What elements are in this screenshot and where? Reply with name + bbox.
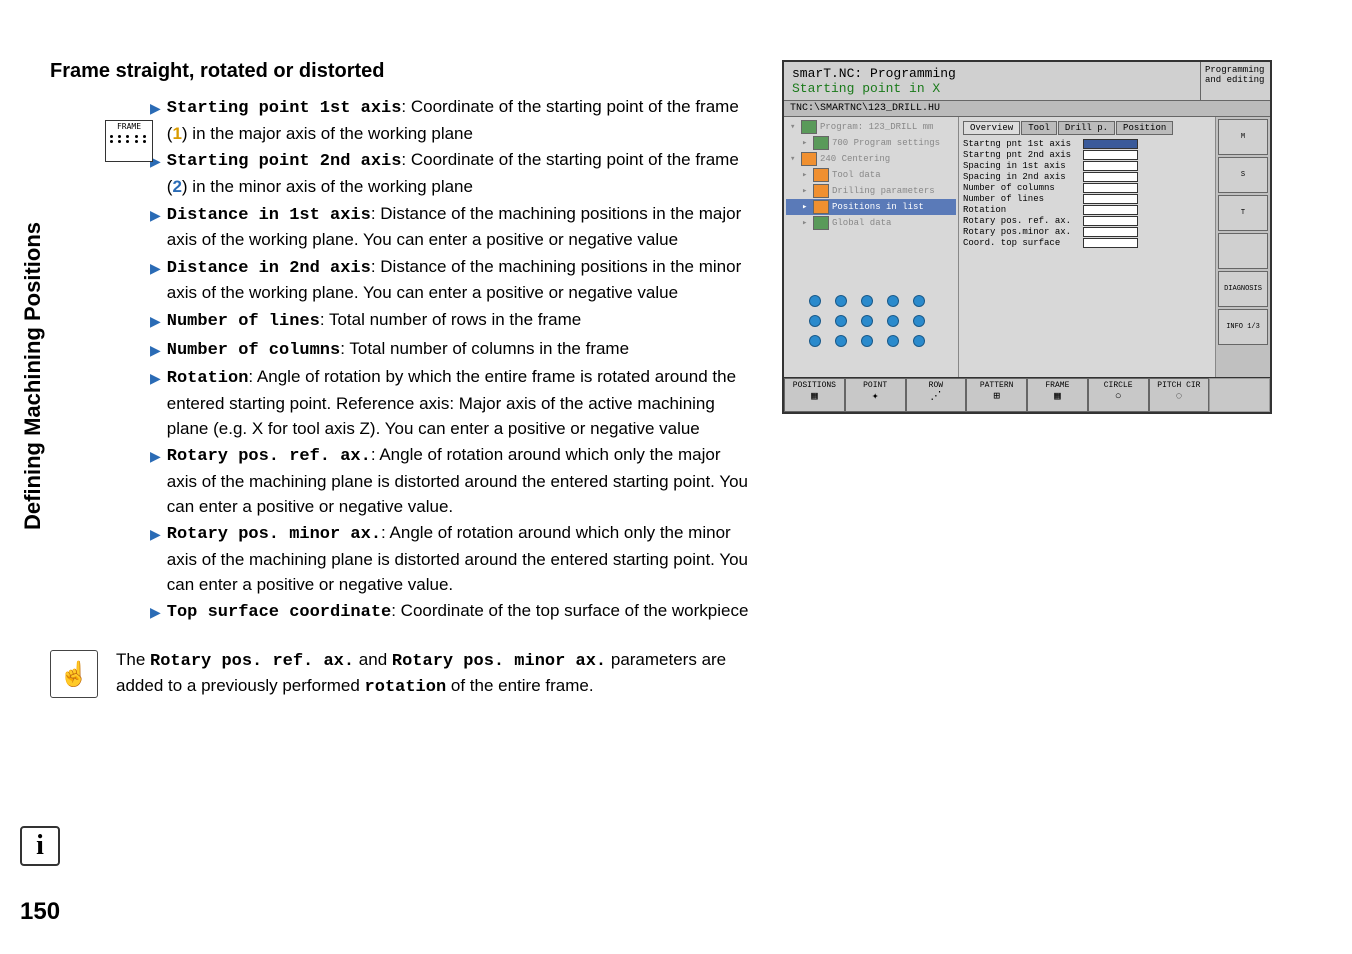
- form-row: Number of columns: [963, 183, 1211, 193]
- form-row: Spacing in 2nd axis: [963, 172, 1211, 182]
- param-term: Rotation: [167, 369, 249, 388]
- list-item: ▶Number of columns: Total number of colu…: [150, 337, 752, 364]
- list-item: ▶Top surface coordinate: Coordinate of t…: [150, 599, 752, 626]
- form-row: Rotary pos. ref. ax.: [963, 216, 1211, 226]
- soft-button[interactable]: ROW⋰: [906, 378, 967, 412]
- param-term: Starting point 2nd axis: [167, 152, 402, 171]
- list-item: ▶Starting point 1st axis: Coordinate of …: [150, 95, 752, 146]
- section-title: Frame straight, rotated or distorted: [50, 60, 752, 83]
- list-item: ▶Number of lines: Total number of rows i…: [150, 308, 752, 335]
- form-input[interactable]: [1083, 139, 1138, 149]
- form-row: Rotary pos.minor ax.: [963, 227, 1211, 237]
- form-row: Rotation: [963, 205, 1211, 215]
- form-row: Spacing in 1st axis: [963, 161, 1211, 171]
- tree-item[interactable]: ▾240 Centering: [786, 151, 956, 167]
- arrow-icon: ▶: [150, 340, 161, 360]
- arrow-icon: ▶: [150, 258, 161, 278]
- form-input[interactable]: [1083, 194, 1138, 204]
- soft-button[interactable]: PATTERN⊞: [966, 378, 1027, 412]
- arrow-icon: ▶: [150, 524, 161, 544]
- cnc-soft-buttons: POSITIONS▦POINT✦ROW⋰PATTERN⊞FRAME▦CIRCLE…: [784, 377, 1270, 412]
- arrow-icon: ▶: [150, 311, 161, 331]
- side-button[interactable]: T: [1218, 195, 1268, 231]
- arrow-icon: ▶: [150, 98, 161, 118]
- arrow-icon: ▶: [150, 446, 161, 466]
- note-box: ☝ The Rotary pos. ref. ax. and Rotary po…: [50, 648, 752, 701]
- list-item: ▶Rotary pos. ref. ax.: Angle of rotation…: [150, 443, 752, 519]
- frame-icon: FRAME: [105, 120, 153, 162]
- param-term: Rotary pos. ref. ax.: [167, 447, 371, 466]
- form-input[interactable]: [1083, 216, 1138, 226]
- form-row: Startng pnt 1st axis: [963, 139, 1211, 149]
- list-item: ▶Distance in 1st axis: Distance of the m…: [150, 202, 752, 253]
- param-term: Starting point 1st axis: [167, 99, 402, 118]
- parameter-list: ▶Starting point 1st axis: Coordinate of …: [150, 95, 752, 626]
- cnc-title: smarT.NC: Programming: [792, 66, 1192, 81]
- form-input[interactable]: [1083, 150, 1138, 160]
- side-button[interactable]: INFO 1/3: [1218, 309, 1268, 345]
- info-icon: i: [20, 826, 60, 866]
- param-term: Distance in 1st axis: [167, 206, 371, 225]
- param-term: Number of lines: [167, 312, 320, 331]
- form-input[interactable]: [1083, 183, 1138, 193]
- side-button[interactable]: DIAGNOSIS: [1218, 271, 1268, 307]
- cnc-side-buttons: MST DIAGNOSISINFO 1/3: [1215, 117, 1270, 377]
- tab[interactable]: Overview: [963, 121, 1020, 135]
- side-button[interactable]: M: [1218, 119, 1268, 155]
- list-item: ▶Distance in 2nd axis: Distance of the m…: [150, 255, 752, 306]
- soft-button[interactable]: POSITIONS▦: [784, 378, 845, 412]
- param-term: Number of columns: [167, 341, 340, 360]
- tree-item[interactable]: ▸Tool data: [786, 167, 956, 183]
- soft-button[interactable]: CIRCLE○: [1088, 378, 1149, 412]
- form-row: Coord. top surface: [963, 238, 1211, 248]
- cnc-tabs: OverviewToolDrill p.Position: [963, 121, 1211, 135]
- side-button[interactable]: S: [1218, 157, 1268, 193]
- arrow-icon: ▶: [150, 368, 161, 388]
- cnc-mode: Programming and editing: [1200, 62, 1270, 100]
- preview-dots: [798, 288, 936, 354]
- cnc-form: Startng pnt 1st axisStartng pnt 2nd axis…: [963, 139, 1211, 248]
- tree-item[interactable]: ▾Program: 123_DRILL mm: [786, 119, 956, 135]
- tree-item[interactable]: ▸Global data: [786, 215, 956, 231]
- note-text: The Rotary pos. ref. ax. and Rotary pos.…: [116, 648, 752, 701]
- list-item: ▶Rotary pos. minor ax.: Angle of rotatio…: [150, 521, 752, 597]
- param-term: Rotary pos. minor ax.: [167, 525, 381, 544]
- tab[interactable]: Drill p.: [1058, 121, 1115, 135]
- side-button[interactable]: [1218, 233, 1268, 269]
- cnc-screenshot: smarT.NC: Programming Starting point in …: [782, 60, 1272, 414]
- param-term: Top surface coordinate: [167, 603, 391, 622]
- form-input[interactable]: [1083, 172, 1138, 182]
- tab[interactable]: Position: [1116, 121, 1173, 135]
- hand-icon: ☝: [50, 650, 98, 698]
- list-item: ▶Starting point 2nd axis: Coordinate of …: [150, 148, 752, 199]
- cnc-path: TNC:\SMARTNC\123_DRILL.HU: [784, 101, 1270, 117]
- form-row: Startng pnt 2nd axis: [963, 150, 1211, 160]
- soft-button[interactable]: POINT✦: [845, 378, 906, 412]
- tree-item[interactable]: ▸700 Program settings: [786, 135, 956, 151]
- cnc-subtitle: Starting point in X: [792, 81, 1192, 96]
- soft-button[interactable]: FRAME▦: [1027, 378, 1088, 412]
- form-input[interactable]: [1083, 227, 1138, 237]
- list-item: ▶Rotation: Angle of rotation by which th…: [150, 365, 752, 441]
- soft-button[interactable]: PITCH CIR◌: [1149, 378, 1210, 412]
- form-input[interactable]: [1083, 205, 1138, 215]
- form-row: Number of lines: [963, 194, 1211, 204]
- form-input[interactable]: [1083, 238, 1138, 248]
- param-term: Distance in 2nd axis: [167, 259, 371, 278]
- tab[interactable]: Tool: [1021, 121, 1057, 135]
- vertical-section-label: Defining Machining Positions: [20, 222, 46, 530]
- tree-item[interactable]: ▸Drilling parameters: [786, 183, 956, 199]
- form-input[interactable]: [1083, 161, 1138, 171]
- arrow-icon: ▶: [150, 205, 161, 225]
- tree-item[interactable]: ▸Positions in list: [786, 199, 956, 215]
- soft-button-blank: [1209, 378, 1270, 412]
- arrow-icon: ▶: [150, 602, 161, 622]
- page-number: 150: [20, 898, 60, 926]
